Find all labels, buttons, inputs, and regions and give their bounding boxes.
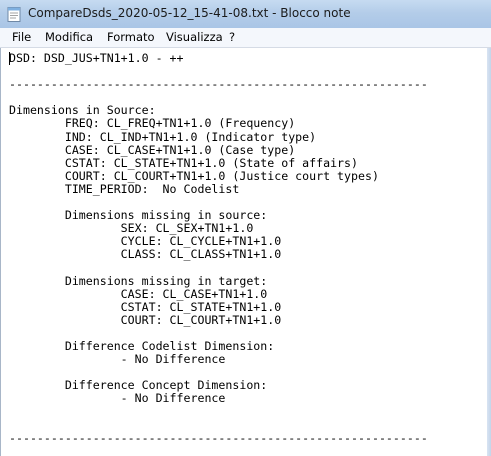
menu-visualizza[interactable]: Visualizza (166, 30, 223, 44)
menu-bar: File Modifica Formato Visualizza ? (0, 28, 491, 48)
notepad-icon (7, 7, 21, 22)
window-title: CompareDsds_2020-05-12_15-41-08.txt - Bl… (28, 6, 351, 20)
menu-file[interactable]: File (12, 30, 31, 44)
menu-modifica[interactable]: Modifica (45, 30, 93, 44)
menu-help[interactable]: ? (229, 30, 235, 44)
document-text[interactable]: DSD: DSD_JUS+TN1+1.0 - ++ --------------… (9, 51, 428, 445)
menu-formato[interactable]: Formato (107, 30, 155, 44)
window-right-border (487, 48, 491, 456)
title-bar[interactable]: CompareDsds_2020-05-12_15-41-08.txt - Bl… (0, 0, 491, 29)
text-caret (9, 52, 10, 65)
notepad-window: CompareDsds_2020-05-12_15-41-08.txt - Bl… (0, 0, 491, 456)
